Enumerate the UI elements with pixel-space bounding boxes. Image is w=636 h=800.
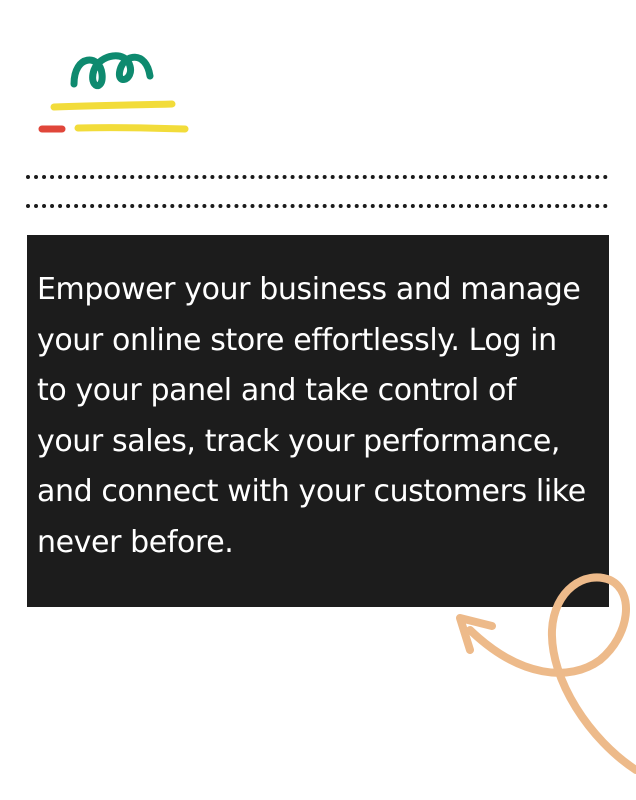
intro-text: Empower your business and manage your on… — [37, 272, 586, 560]
intro-card: Empower your business and manage your on… — [27, 235, 609, 607]
dotted-divider-top — [26, 175, 608, 179]
scribble-icon — [38, 52, 189, 133]
dotted-divider-bottom — [26, 204, 608, 208]
yellow-stroke-upper — [50, 100, 176, 111]
green-loop-stroke — [70, 52, 154, 89]
yellow-stroke-lower — [74, 124, 189, 133]
arrow-curl-stroke — [466, 573, 636, 774]
curly-arrow-icon — [456, 573, 636, 774]
